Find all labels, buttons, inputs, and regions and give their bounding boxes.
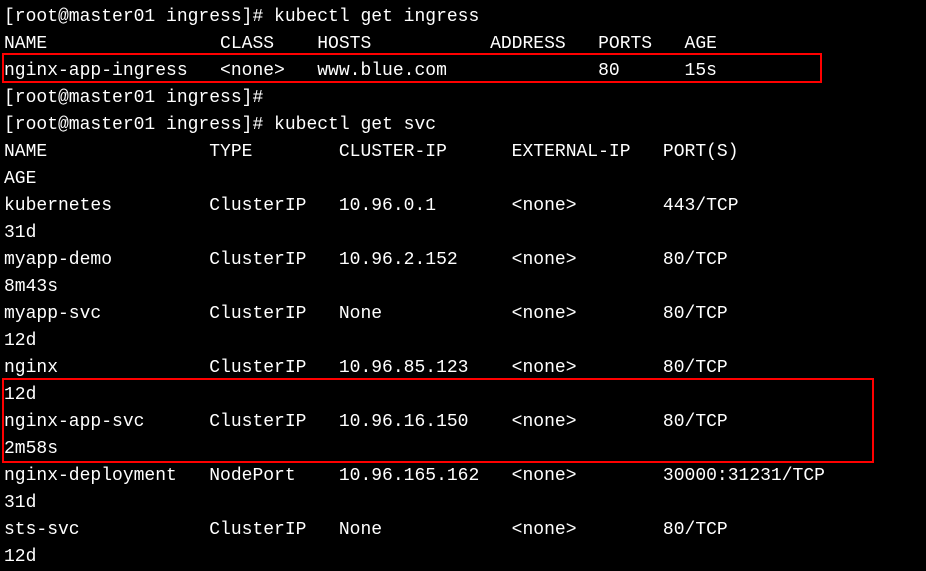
ingress-row: nginx-app-ingress <none> www.blue.com 80… (4, 58, 922, 85)
svc-row-age: 31d (4, 490, 922, 517)
prompt-line-2: [root@master01 ingress]# (4, 85, 922, 112)
svc-header: NAME TYPE CLUSTER-IP EXTERNAL-IP PORT(S) (4, 139, 922, 166)
shell-prompt: [root@master01 ingress]# (4, 7, 274, 27)
svc-row-age: 12d (4, 382, 922, 409)
svc-row-age: 12d (4, 544, 922, 571)
shell-prompt: [root@master01 ingress]# (4, 115, 274, 135)
ingress-header: NAME CLASS HOSTS ADDRESS PORTS AGE (4, 31, 922, 58)
svc-row-age: 2m58s (4, 436, 922, 463)
svc-header-age: AGE (4, 166, 922, 193)
svc-row: nginx-app-svc ClusterIP 10.96.16.150 <no… (4, 409, 922, 436)
svc-row: myapp-demo ClusterIP 10.96.2.152 <none> … (4, 247, 922, 274)
svc-row: nginx ClusterIP 10.96.85.123 <none> 80/T… (4, 355, 922, 382)
svc-row: nginx-deployment NodePort 10.96.165.162 … (4, 463, 922, 490)
svc-row: myapp-svc ClusterIP None <none> 80/TCP (4, 301, 922, 328)
svc-row-age: 12d (4, 328, 922, 355)
svc-row: kubernetes ClusterIP 10.96.0.1 <none> 44… (4, 193, 922, 220)
command: kubectl get svc (274, 115, 436, 135)
svc-row: sts-svc ClusterIP None <none> 80/TCP (4, 517, 922, 544)
svc-row-age: 8m43s (4, 274, 922, 301)
prompt-line-3: [root@master01 ingress]# kubectl get svc (4, 112, 922, 139)
prompt-line-1: [root@master01 ingress]# kubectl get ing… (4, 4, 922, 31)
svc-row-age: 31d (4, 220, 922, 247)
command: kubectl get ingress (274, 7, 479, 27)
